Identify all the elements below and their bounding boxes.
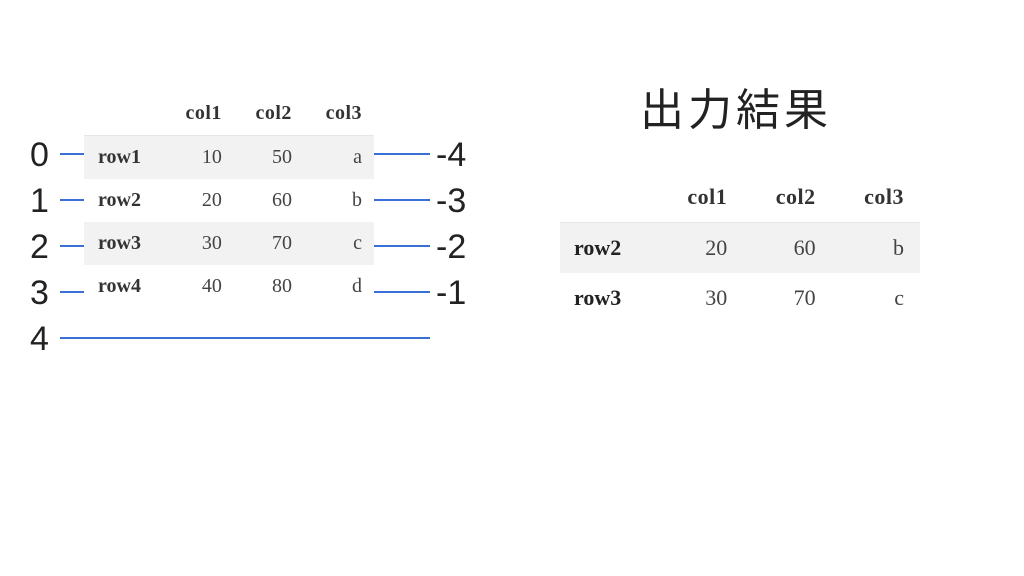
- cell: 70: [234, 222, 304, 265]
- cell: 80: [234, 265, 304, 308]
- cell: c: [832, 273, 920, 323]
- output-table-wrap: col1 col2 col3 row2 20 60 b row3 30 70 c: [560, 172, 920, 323]
- cell: 60: [743, 223, 831, 274]
- cell: b: [304, 179, 374, 222]
- col-header: col3: [832, 172, 920, 223]
- cell: 40: [164, 265, 234, 308]
- cell: 60: [234, 179, 304, 222]
- table-row: row4 40 80 d: [84, 265, 374, 308]
- row-label: row1: [84, 136, 164, 180]
- cell: 50: [234, 136, 304, 180]
- pos-index-0: 0: [30, 138, 49, 172]
- table-row: row3 30 70 c: [84, 222, 374, 265]
- neg-index-3: -1: [436, 276, 466, 310]
- cell: d: [304, 265, 374, 308]
- output-title: 出力結果: [640, 74, 832, 138]
- source-table-wrap: col1 col2 col3 row1 10 50 a row2 20 60 b: [84, 92, 374, 308]
- cell: 30: [164, 222, 234, 265]
- table-row: row3 30 70 c: [560, 273, 920, 323]
- col-header: col2: [234, 92, 304, 136]
- row-label: row2: [84, 179, 164, 222]
- row-label: row3: [560, 273, 655, 323]
- table-row: row2 20 60 b: [84, 179, 374, 222]
- cell: c: [304, 222, 374, 265]
- cell: 30: [655, 273, 743, 323]
- neg-index-1: -3: [436, 184, 466, 218]
- index-line: [60, 337, 430, 339]
- table-row: row2 20 60 b: [560, 223, 920, 274]
- col-header: col1: [655, 172, 743, 223]
- table-corner: [560, 172, 655, 223]
- col-header: col3: [304, 92, 374, 136]
- source-table: col1 col2 col3 row1 10 50 a row2 20 60 b: [84, 92, 374, 308]
- neg-index-0: -4: [436, 138, 466, 172]
- row-label: row4: [84, 265, 164, 308]
- pos-index-1: 1: [30, 184, 49, 218]
- table-corner: [84, 92, 164, 136]
- table-header-row: col1 col2 col3: [560, 172, 920, 223]
- cell: 20: [164, 179, 234, 222]
- pos-index-4: 4: [30, 322, 49, 356]
- table-header-row: col1 col2 col3: [84, 92, 374, 136]
- pos-index-3: 3: [30, 276, 49, 310]
- table-row: row1 10 50 a: [84, 136, 374, 180]
- cell: a: [304, 136, 374, 180]
- pos-index-2: 2: [30, 230, 49, 264]
- cell: 70: [743, 273, 831, 323]
- output-table: col1 col2 col3 row2 20 60 b row3 30 70 c: [560, 172, 920, 323]
- stage: 0 1 2 3 4 -4 -3 -2 -1 col1 col2 col3 row…: [0, 0, 1024, 576]
- col-header: col1: [164, 92, 234, 136]
- neg-index-2: -2: [436, 230, 466, 264]
- cell: b: [832, 223, 920, 274]
- cell: 20: [655, 223, 743, 274]
- col-header: col2: [743, 172, 831, 223]
- row-label: row2: [560, 223, 655, 274]
- cell: 10: [164, 136, 234, 180]
- row-label: row3: [84, 222, 164, 265]
